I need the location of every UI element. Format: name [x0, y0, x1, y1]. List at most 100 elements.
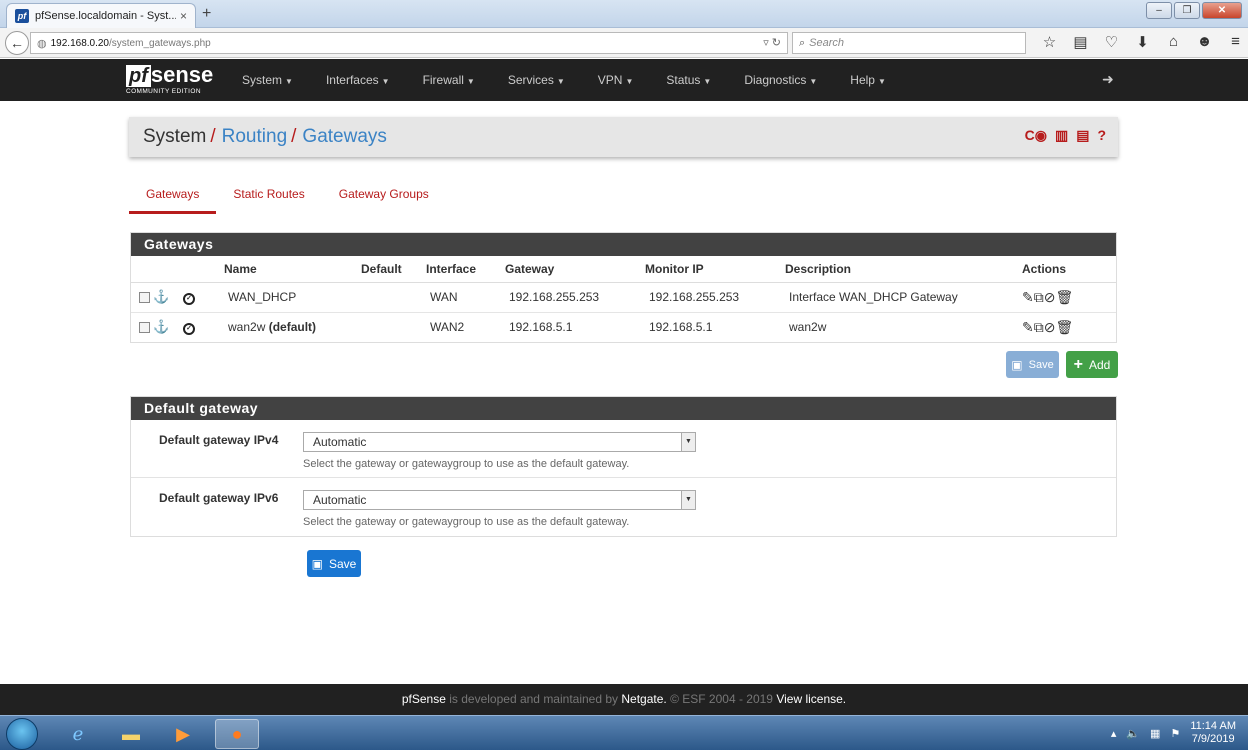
system-tray: ▴ 🔈 ▦ ⚑ 11:14 AM 7/9/2019	[1111, 720, 1236, 746]
reading-list-icon[interactable]: ▤	[1065, 33, 1096, 51]
gateway-interface: WAN	[426, 282, 505, 313]
logout-icon[interactable]: ➜	[1102, 71, 1114, 88]
gateway-default	[361, 282, 426, 313]
hamburger-menu-icon[interactable]: ≡	[1220, 33, 1248, 51]
menu-label: Status	[666, 73, 701, 87]
logo-edition: COMMUNITY EDITION	[126, 88, 201, 95]
volume-icon[interactable]: 🔈	[1126, 727, 1140, 740]
disable-icon[interactable]: ⊘	[1044, 289, 1056, 305]
copy-icon[interactable]: ⧉	[1034, 289, 1044, 305]
new-tab-button[interactable]: +	[202, 5, 211, 23]
close-window-button[interactable]: ✕	[1202, 2, 1242, 19]
menu-help[interactable]: Help ▼	[850, 73, 886, 87]
menu-vpn[interactable]: VPN ▼	[598, 73, 634, 87]
tab-gateway-groups[interactable]: Gateway Groups	[322, 186, 446, 214]
home-icon[interactable]: ⌂	[1158, 33, 1189, 51]
download-icon[interactable]: ⬇	[1127, 33, 1158, 51]
row-checkbox[interactable]	[139, 321, 150, 333]
delete-trash-icon[interactable]: 🗑	[1055, 319, 1073, 335]
header-gateway[interactable]: Gateway	[505, 256, 645, 283]
menu-firewall[interactable]: Firewall ▼	[423, 73, 475, 87]
disable-icon[interactable]: ⊘	[1044, 319, 1056, 335]
menu-interfaces[interactable]: Interfaces ▼	[326, 73, 390, 87]
ipv4-help-text: Select the gateway or gatewaygroup to us…	[303, 458, 630, 470]
table-row[interactable]: ⚓ ✓ WAN_DHCP WAN 192.168.255.253 192.168…	[131, 282, 1116, 313]
reload-icon[interactable]: ▿ ↻	[763, 36, 781, 49]
menu-label: Services	[507, 73, 554, 87]
anchor-icon[interactable]: ⚓	[153, 289, 169, 304]
copy-icon[interactable]: ⧉	[1034, 319, 1044, 335]
ipv6-gateway-select[interactable]: Automatic ▼	[303, 490, 696, 510]
header-description[interactable]: Description	[785, 256, 1022, 283]
add-gateway-button[interactable]: + Add	[1066, 351, 1118, 378]
page-tabs: Gateways Static Routes Gateway Groups	[129, 186, 446, 214]
maximize-button[interactable]: ❐	[1174, 2, 1200, 19]
back-arrow-icon: ←	[10, 35, 24, 51]
edit-pencil-icon[interactable]: ✎	[1022, 289, 1034, 305]
network-icon[interactable]: ▦	[1150, 727, 1160, 740]
browser-tab[interactable]: pf pfSense.localdomain - Syst... ×	[6, 3, 196, 28]
gateway-description: wan2w	[789, 320, 827, 335]
save-label: Save	[328, 556, 357, 571]
tab-close-icon[interactable]: ×	[180, 9, 187, 23]
check-circle-icon: ✓	[183, 323, 195, 336]
menu-services[interactable]: Services ▼	[508, 73, 565, 87]
start-button[interactable]	[6, 718, 38, 750]
save-order-button[interactable]: ▣ Save	[1006, 351, 1059, 378]
ipv6-form-row: Default gateway IPv6 Automatic ▼ Select …	[131, 478, 1116, 536]
back-button[interactable]: ←	[5, 31, 29, 55]
chat-icon[interactable]: ☻	[1189, 33, 1220, 51]
footer-license-link[interactable]: View license.	[776, 692, 846, 706]
delete-trash-icon[interactable]: 🗑	[1055, 289, 1073, 305]
header-monitor-ip[interactable]: Monitor IP	[645, 256, 785, 283]
header-interface[interactable]: Interface	[426, 256, 505, 283]
edit-pencil-icon[interactable]: ✎	[1022, 319, 1034, 335]
row-checkbox[interactable]	[139, 291, 150, 303]
taskbar-clock[interactable]: 11:14 AM 7/9/2019	[1190, 720, 1236, 746]
menu-diagnostics[interactable]: Diagnostics ▼	[744, 73, 817, 87]
tray-expand-icon[interactable]: ▴	[1111, 727, 1117, 740]
footer-netgate-link[interactable]: Netgate.	[621, 692, 666, 706]
log-icon[interactable]: ▤	[1076, 127, 1089, 144]
ipv4-gateway-select[interactable]: Automatic ▼	[303, 432, 696, 452]
gateways-panel-title: Gateways	[131, 233, 1116, 256]
service-restart-stop-icon[interactable]: C◉	[1025, 127, 1047, 144]
breadcrumb-actions: C◉ ▥ ▤ ?	[1025, 127, 1106, 144]
menu-system[interactable]: System ▼	[242, 73, 293, 87]
search-placeholder: Search	[809, 37, 845, 49]
save-label: Save	[1028, 358, 1054, 371]
pfsense-logo[interactable]: pf sense COMMUNITY EDITION	[126, 64, 213, 95]
media-player-icon[interactable]: ▶	[161, 719, 205, 749]
graph-icon[interactable]: ▥	[1055, 127, 1068, 144]
bookmark-star-icon[interactable]: ☆	[1034, 33, 1065, 51]
help-icon[interactable]: ?	[1097, 127, 1106, 144]
table-row[interactable]: ⚓ ✓ wan2w (default) WAN2 192.168.5.1 192…	[131, 312, 1116, 342]
tab-gateways[interactable]: Gateways	[129, 186, 217, 214]
firefox-taskbar-icon[interactable]: ●	[215, 719, 259, 749]
gateway-name-text: wan2w	[228, 320, 266, 335]
save-button[interactable]: ▣ Save	[307, 550, 361, 577]
caret-down-icon: ▼	[703, 77, 712, 86]
header-default[interactable]: Default	[361, 256, 426, 283]
dropdown-arrow-icon[interactable]: ▼	[681, 433, 695, 451]
anchor-icon[interactable]: ⚓	[153, 319, 169, 334]
tab-static-routes[interactable]: Static Routes	[216, 186, 321, 214]
file-explorer-icon[interactable]: ▬	[109, 719, 153, 749]
menu-status[interactable]: Status ▼	[666, 73, 711, 87]
breadcrumb-routing[interactable]: Routing	[222, 126, 288, 148]
dropdown-arrow-icon[interactable]: ▼	[681, 491, 695, 509]
plus-icon: +	[1073, 355, 1083, 373]
pocket-icon[interactable]: ♡	[1096, 33, 1127, 51]
action-center-icon[interactable]: ⚑	[1170, 727, 1180, 740]
url-bar[interactable]: ◍ 192.168.0.20/system_gateways.php ▿ ↻	[30, 32, 788, 54]
footer-pfsense: pfSense	[401, 692, 446, 706]
internet-explorer-icon[interactable]: ℯ	[56, 719, 100, 749]
search-input[interactable]: ⌕ Search	[792, 32, 1026, 54]
breadcrumb-gateways[interactable]: Gateways	[302, 126, 386, 148]
globe-icon: ◍	[37, 37, 47, 50]
caret-down-icon: ▼	[381, 77, 390, 86]
minimize-button[interactable]: –	[1146, 2, 1172, 19]
caret-down-icon: ▼	[625, 77, 634, 86]
header-name[interactable]: Name	[224, 256, 361, 283]
browser-navbar: ← ◍ 192.168.0.20/system_gateways.php ▿ ↻…	[0, 28, 1248, 58]
